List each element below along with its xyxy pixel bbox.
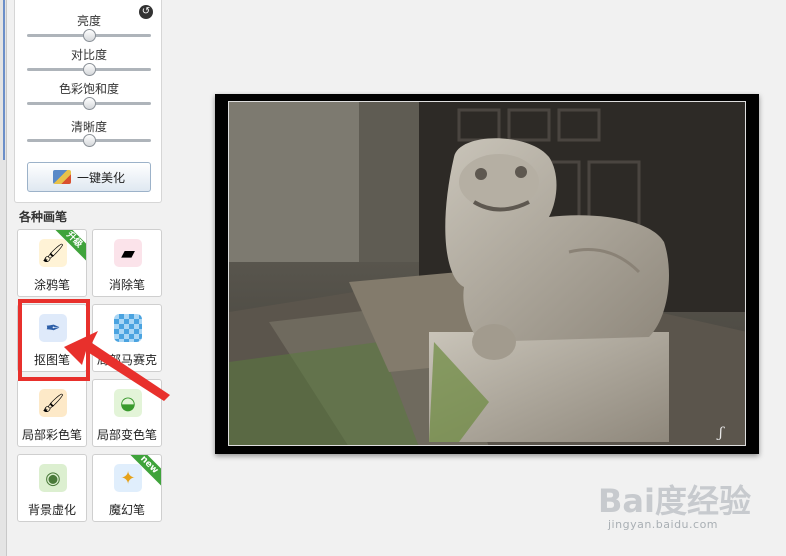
- one-click-beautify-button[interactable]: 一键美化: [27, 162, 151, 192]
- contrast-slider-thumb[interactable]: [83, 63, 96, 76]
- tool-label: 背景虚化: [27, 503, 76, 517]
- sharpness-slider[interactable]: [27, 134, 151, 147]
- paintbrush-icon: 🖌: [39, 239, 67, 267]
- brightness-label: 亮度: [76, 14, 101, 28]
- brightness-slider[interactable]: [27, 29, 151, 42]
- adjust-panel: ↺ 亮度 对比度 色彩饱和度 清晰度 一键美化: [14, 0, 162, 203]
- magic-pen-icon: ✦: [114, 464, 142, 492]
- watermark-logo: Bai度经验: [598, 482, 751, 520]
- stone-lion-photo[interactable]: ʃ: [228, 101, 746, 446]
- pointer-arrow: [64, 331, 170, 401]
- tool-label: 消除笔: [108, 278, 145, 292]
- saturation-slider-thumb[interactable]: [83, 97, 96, 110]
- brightness-slider-thumb[interactable]: [83, 29, 96, 42]
- saturation-slider[interactable]: [27, 97, 151, 110]
- watermark-url: jingyan.baidu.com: [608, 518, 719, 531]
- tool-label: 涂鸦笔: [33, 278, 70, 292]
- blur-background-icon: ◉: [39, 464, 67, 492]
- window-left-edge: [0, 0, 7, 556]
- tool-label: 局部变色笔: [96, 428, 157, 442]
- brushes-section-title: 各种画笔: [19, 210, 68, 224]
- tool-label: 魔幻笔: [108, 503, 145, 517]
- tool-magic-pen[interactable]: ✦ 魔幻笔 new: [92, 454, 162, 522]
- tool-doodle-pen[interactable]: 🖌 涂鸦笔 升级: [17, 229, 87, 297]
- sharpness-label: 清晰度: [70, 120, 107, 134]
- contrast-label: 对比度: [70, 48, 107, 62]
- beautify-label: 一键美化: [76, 170, 125, 185]
- baidu-jingyan-watermark: Bai度经验 jingyan.baidu.com: [598, 464, 778, 546]
- tool-label: 局部彩色笔: [21, 428, 82, 442]
- eraser-icon: ▰: [114, 239, 142, 267]
- sharpness-slider-thumb[interactable]: [83, 134, 96, 147]
- tool-background-blur[interactable]: ◉ 背景虚化: [17, 454, 87, 522]
- canvas-photo-frame: ʃ: [215, 94, 759, 454]
- tool-eraser-pen[interactable]: ▰ 消除笔: [92, 229, 162, 297]
- beautify-icon: [52, 170, 71, 184]
- saturation-label: 色彩饱和度: [58, 82, 119, 96]
- photo-illustration: ʃ: [229, 102, 745, 445]
- contrast-slider[interactable]: [27, 63, 151, 76]
